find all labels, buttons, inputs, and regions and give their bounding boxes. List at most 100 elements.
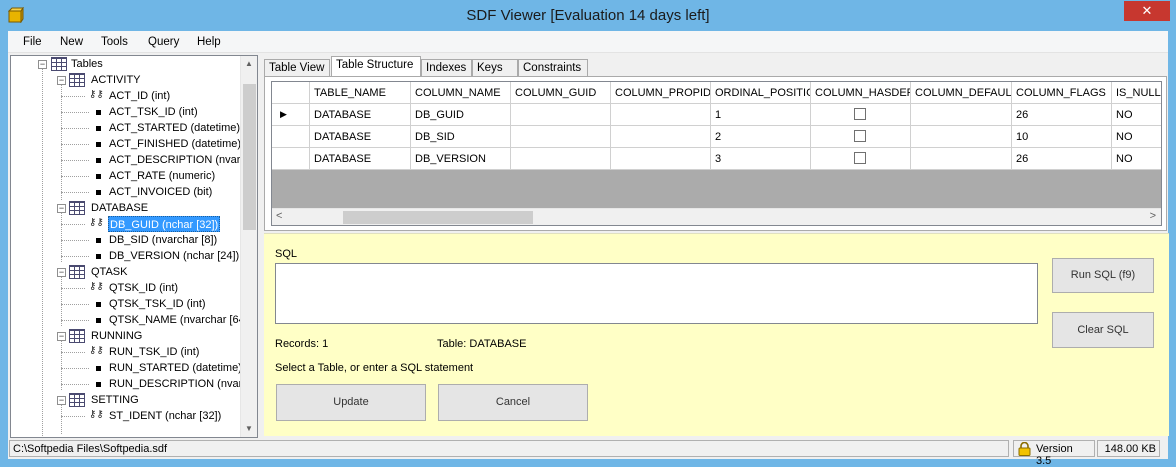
collapse-icon[interactable]: − [57,396,66,405]
run-sql-button[interactable]: Run SQL (f9) [1052,258,1154,293]
grid-cell[interactable]: NO [1112,104,1161,126]
grid-hscrollbar[interactable]: < > [272,208,1161,225]
scroll-up-icon[interactable]: ▲ [245,59,253,68]
column-header[interactable]: COLUMN_DEFAUL [911,82,1012,104]
grid-cell[interactable]: DATABASE [310,126,411,148]
row-header[interactable] [272,126,310,148]
sql-input[interactable] [275,263,1038,324]
column-header[interactable]: COLUMN_GUID [511,82,611,104]
tree-column[interactable]: ACT_TSK_ID (int) [109,104,198,120]
tree-table[interactable]: RUNNING [91,328,142,344]
grid-cell[interactable] [511,126,611,148]
tab-table-view[interactable]: Table View [264,59,330,77]
scroll-left-icon[interactable]: < [276,210,282,222]
grid-cell[interactable]: 2 [711,126,811,148]
column-header[interactable]: COLUMN_PROPID [611,82,711,104]
scroll-thumb[interactable] [343,211,533,224]
column-header[interactable]: IS_NULLA [1112,82,1161,104]
scroll-right-icon[interactable]: > [1150,210,1156,222]
collapse-icon[interactable]: − [38,60,47,69]
tab-indexes[interactable]: Indexes [421,59,472,77]
grid-cell[interactable] [511,104,611,126]
tree-table[interactable]: SETTING [91,392,139,408]
table-icon [69,201,85,215]
row-header[interactable] [272,148,310,170]
tree-column[interactable]: ST_IDENT (nchar [32]) [109,408,221,424]
tab-keys[interactable]: Keys [472,59,518,77]
grid-cell[interactable]: 26 [1012,104,1112,126]
tree-table[interactable]: DATABASE [91,200,148,216]
menu-new[interactable]: New [60,36,83,48]
tree-column[interactable]: DB_SID (nvarchar [8]) [109,232,217,248]
close-button[interactable]: ✕ [1124,1,1170,21]
tree-column[interactable]: RUN_TSK_ID (int) [109,344,199,360]
tree-table[interactable]: QTASK [91,264,127,280]
tab-constraints[interactable]: Constraints [518,59,588,77]
title-bar[interactable]: SDF Viewer [Evaluation 14 days left] ✕ [0,0,1176,31]
cancel-button[interactable]: Cancel [438,384,588,421]
clear-sql-button[interactable]: Clear SQL [1052,312,1154,348]
grid-cell[interactable]: DATABASE [310,148,411,170]
hasdefault-checkbox[interactable] [854,130,866,142]
hasdefault-checkbox[interactable] [854,152,866,164]
collapse-icon[interactable]: − [57,76,66,85]
tree-column[interactable]: ACT_DESCRIPTION (nvarch [109,152,252,168]
tree-column[interactable]: ACT_RATE (numeric) [109,168,215,184]
column-header[interactable]: COLUMN_HASDEF [811,82,911,104]
grid-cell[interactable] [611,126,711,148]
grid-cell[interactable]: NO [1112,126,1161,148]
update-button[interactable]: Update [276,384,426,421]
current-table: Table: DATABASE [437,338,527,350]
tree-root[interactable]: Tables [71,56,103,72]
grid-cell[interactable]: DB_VERSION [411,148,511,170]
column-header[interactable]: COLUMN_FLAGS [1012,82,1112,104]
collapse-icon[interactable]: − [57,332,66,341]
tree-column[interactable]: ACT_FINISHED (datetime) [109,136,241,152]
grid-cell[interactable] [511,148,611,170]
grid-cell[interactable] [911,126,1012,148]
collapse-icon[interactable]: − [57,204,66,213]
grid-cell-checkbox[interactable] [811,104,911,126]
grid-cell[interactable]: 26 [1012,148,1112,170]
tree-column[interactable]: ACT_ID (int) [109,88,170,104]
tree-column[interactable]: ACT_STARTED (datetime) [109,120,240,136]
tree-column[interactable]: RUN_STARTED (datetime) [109,360,242,376]
grid-cell[interactable]: 1 [711,104,811,126]
grid-cell[interactable]: 3 [711,148,811,170]
scroll-thumb[interactable] [243,84,256,230]
tree-column[interactable]: QTSK_ID (int) [109,280,178,296]
hasdefault-checkbox[interactable] [854,108,866,120]
menu-tools[interactable]: Tools [101,36,128,48]
tree-table[interactable]: ACTIVITY [91,72,141,88]
table-tree[interactable]: − Tables − ACTIVITY ⚷⚷ ACT_ID (int) ACT_… [10,55,258,438]
menu-help[interactable]: Help [197,36,221,48]
grid-cell[interactable]: 10 [1012,126,1112,148]
menu-query[interactable]: Query [148,36,179,48]
structure-grid[interactable]: TABLE_NAME COLUMN_NAME COLUMN_GUID COLUM… [271,81,1162,226]
column-header[interactable]: TABLE_NAME [310,82,411,104]
grid-cell[interactable] [611,148,711,170]
grid-cell[interactable] [611,104,711,126]
tree-column[interactable]: ACT_INVOICED (bit) [109,184,212,200]
scroll-down-icon[interactable]: ▼ [245,424,253,433]
tree-column[interactable]: QTSK_TSK_ID (int) [109,296,206,312]
tree-column[interactable]: DB_VERSION (nchar [24]) [109,248,239,264]
grid-cell-checkbox[interactable] [811,148,911,170]
grid-cell[interactable]: NO [1112,148,1161,170]
grid-cell[interactable]: DB_GUID [411,104,511,126]
collapse-icon[interactable]: − [57,268,66,277]
tree-column[interactable]: QTSK_NAME (nvarchar [64 [109,312,245,328]
tree-column[interactable]: RUN_DESCRIPTION (nvarc [109,376,248,392]
tree-column-selected[interactable]: DB_GUID (nchar [32]) [108,216,221,232]
grid-cell[interactable]: DB_SID [411,126,511,148]
menu-file[interactable]: File [23,36,42,48]
grid-cell[interactable]: DATABASE [310,104,411,126]
column-header[interactable]: ORDINAL_POSITIC [711,82,811,104]
tree-scrollbar[interactable]: ▲ ▼ [240,56,257,437]
row-header[interactable]: ▶ [272,104,310,126]
grid-cell-checkbox[interactable] [811,126,911,148]
grid-cell[interactable] [911,148,1012,170]
column-header[interactable]: COLUMN_NAME [411,82,511,104]
tab-table-structure[interactable]: Table Structure [331,56,421,78]
grid-cell[interactable] [911,104,1012,126]
